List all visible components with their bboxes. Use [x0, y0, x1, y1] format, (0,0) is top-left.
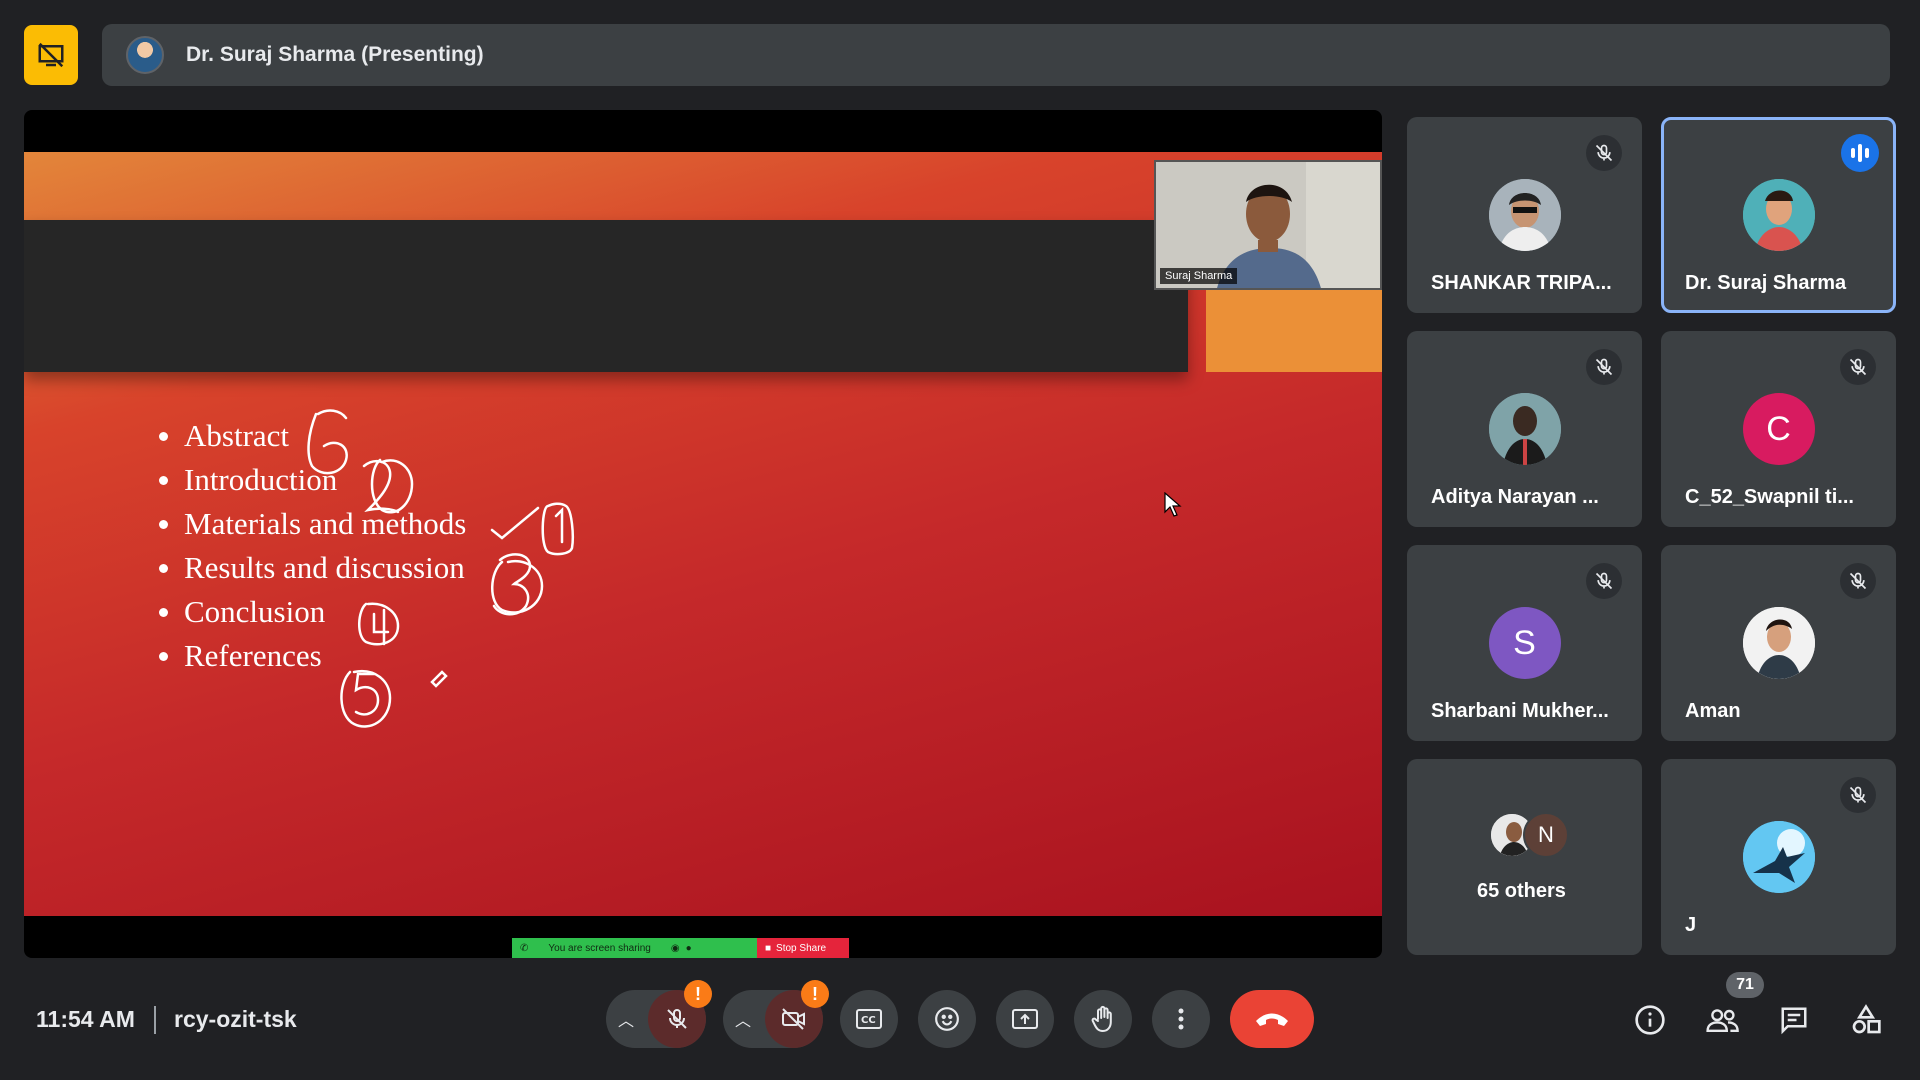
participant-name: Aman	[1685, 700, 1741, 722]
participant-avatar	[1742, 179, 1815, 251]
chat-button[interactable]	[1772, 998, 1816, 1042]
chat-icon	[1781, 1007, 1807, 1035]
activities-button[interactable]	[1844, 998, 1888, 1042]
screen-share-strip: ✆ You are screen sharing ◉ ● ■ Stop Shar…	[512, 938, 849, 958]
participant-name: J	[1685, 914, 1697, 936]
present-button[interactable]	[996, 990, 1054, 1048]
meeting-clock: 11:54 AM	[36, 1006, 135, 1032]
others-count-label: 65 others	[1477, 880, 1566, 902]
raise-hand-button[interactable]	[1074, 990, 1132, 1048]
stop-icon: ■	[765, 942, 772, 954]
activities-icon	[1852, 1004, 1881, 1034]
self-view-name: Suraj Sharma	[1160, 268, 1238, 284]
participant-name: C_52_Swapnil ti...	[1685, 486, 1854, 508]
participant-tile[interactable]: J	[1661, 759, 1896, 955]
presentation-stage[interactable]: Abstract Introduction Materials and meth…	[24, 110, 1382, 958]
camera-warning-badge: !	[801, 980, 829, 1008]
mic-off-icon	[1586, 349, 1622, 385]
people-icon	[1706, 1009, 1739, 1032]
mic-off-icon	[1840, 777, 1876, 813]
closed-captions-icon: CC	[856, 1009, 882, 1029]
mouse-cursor-icon	[1164, 492, 1182, 517]
participant-tile[interactable]: Aditya Narayan ...	[1407, 331, 1642, 527]
participant-avatar	[1742, 607, 1815, 679]
reactions-button[interactable]	[918, 990, 976, 1048]
captions-button[interactable]: CC	[840, 990, 898, 1048]
shield-icon: ●	[685, 942, 692, 954]
pause-icon: ◉	[670, 942, 680, 954]
svg-text:CC: CC	[861, 1015, 876, 1026]
participant-tile[interactable]: SHANKAR TRIPA...	[1407, 117, 1642, 313]
meeting-details-button[interactable]	[1628, 998, 1672, 1042]
chevron-up-icon[interactable]: ︿	[735, 1007, 751, 1031]
end-call-icon	[1256, 1013, 1288, 1026]
presentation-layout-button[interactable]	[24, 25, 78, 85]
stop-share-label: Stop Share	[776, 942, 827, 954]
participant-name: Dr. Suraj Sharma	[1685, 272, 1847, 294]
presenter-avatar	[126, 36, 164, 74]
stop-share-button[interactable]: ■ Stop Share	[757, 938, 849, 958]
participant-tile[interactable]: C C_52_Swapnil ti...	[1661, 331, 1896, 527]
mic-off-icon	[1840, 563, 1876, 599]
phone-icon: ✆	[520, 942, 529, 954]
meeting-code: rcy-ozit-tsk	[174, 1006, 297, 1032]
present-screen-icon	[1012, 1009, 1038, 1029]
mic-off-icon	[1586, 563, 1622, 599]
speaking-indicator-icon	[1841, 134, 1879, 172]
presenter-bar[interactable]: Dr. Suraj Sharma (Presenting)	[102, 24, 1890, 86]
participant-name: Sharbani Mukher...	[1431, 700, 1609, 722]
others-initial-avatar: N	[1523, 812, 1569, 858]
mic-warning-badge: !	[684, 980, 712, 1008]
participant-tile-active[interactable]: Dr. Suraj Sharma	[1661, 117, 1896, 313]
mic-control-group[interactable]: ︿ !	[606, 980, 712, 1048]
camera-off-icon	[782, 1008, 805, 1030]
footer-divider	[154, 1006, 156, 1034]
presenter-self-view: Suraj Sharma	[1154, 160, 1382, 290]
others-avatar-stack: N	[1483, 812, 1583, 860]
sharing-status: ✆ You are screen sharing ◉ ●	[512, 938, 757, 958]
participant-name: SHANKAR TRIPA...	[1431, 272, 1612, 294]
participant-avatar	[1742, 821, 1815, 893]
leave-call-button[interactable]	[1230, 990, 1314, 1048]
mic-off-icon	[1586, 135, 1622, 171]
camera-control-group[interactable]: ︿ !	[723, 980, 829, 1048]
chevron-up-icon[interactable]: ︿	[618, 1007, 634, 1031]
participant-avatar	[1488, 393, 1561, 465]
mic-off-icon	[667, 1009, 687, 1029]
people-button[interactable]	[1700, 998, 1744, 1042]
more-vert-icon	[1178, 1008, 1184, 1030]
participant-initial-avatar: C	[1742, 393, 1815, 465]
presentation-off-icon	[38, 42, 64, 68]
others-tile[interactable]: N 65 others	[1407, 759, 1642, 955]
participant-tile[interactable]: S Sharbani Mukher...	[1407, 545, 1642, 741]
info-icon	[1635, 1005, 1665, 1035]
mic-off-icon	[1840, 349, 1876, 385]
participant-name: Aditya Narayan ...	[1431, 486, 1599, 508]
presenter-label: Dr. Suraj Sharma (Presenting)	[186, 43, 484, 66]
participant-initial-avatar: S	[1488, 607, 1561, 679]
more-options-button[interactable]	[1152, 990, 1210, 1048]
participant-tile[interactable]: Aman	[1661, 545, 1896, 741]
sharing-status-text: You are screen sharing	[548, 942, 651, 954]
people-count-badge: 71	[1726, 972, 1764, 998]
hand-icon	[1091, 1005, 1112, 1033]
participant-avatar	[1488, 179, 1561, 251]
emoji-icon	[935, 1007, 959, 1031]
